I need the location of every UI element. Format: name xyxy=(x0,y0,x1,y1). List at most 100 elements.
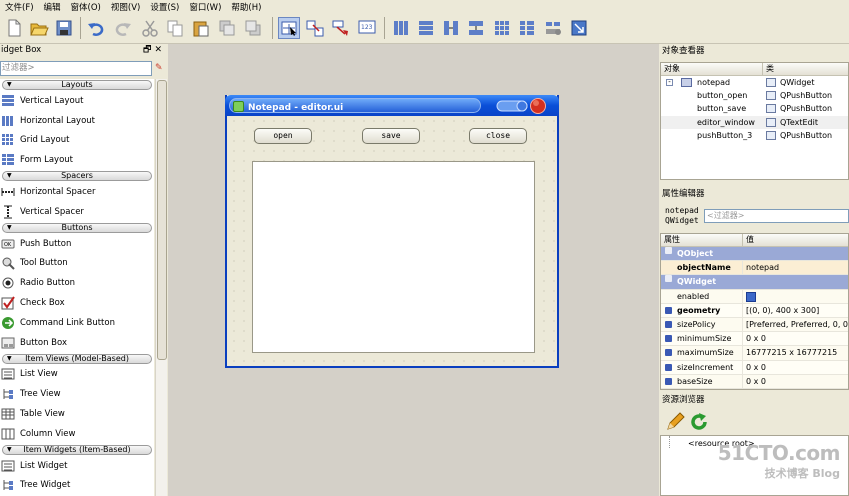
widget-item[interactable]: Tree View xyxy=(0,384,154,404)
copy-icon[interactable] xyxy=(164,17,186,39)
break-layout-icon[interactable] xyxy=(542,17,564,39)
widget-item[interactable]: Vertical Spacer xyxy=(0,202,154,222)
column-header-class[interactable]: 类 xyxy=(763,63,848,75)
widget-item[interactable]: Check Box xyxy=(0,293,154,313)
property-value[interactable]: [Preferred, Preferred, 0, 0] xyxy=(746,320,848,329)
menu-item[interactable]: 窗体(O) xyxy=(66,1,106,13)
form-canvas[interactable]: open save close xyxy=(229,116,557,366)
menu-item[interactable]: 编辑 xyxy=(39,1,66,13)
object-row[interactable]: button_save QPushButton xyxy=(661,102,848,115)
widget-item[interactable]: Horizontal Layout xyxy=(0,111,154,131)
widget-item[interactable]: Tool Button xyxy=(0,254,154,274)
edit-tab-order-icon[interactable]: 123 xyxy=(356,17,378,39)
object-row[interactable]: - notepad QWidget xyxy=(661,76,848,89)
menu-item[interactable]: 文件(F) xyxy=(0,1,39,13)
collapse-arrow-icon[interactable]: ▼ xyxy=(7,81,12,89)
collapse-icon[interactable] xyxy=(665,275,672,283)
property-group[interactable]: QObject xyxy=(661,247,848,262)
object-row[interactable]: button_open QPushButton xyxy=(661,89,848,102)
edit-widgets-icon[interactable] xyxy=(278,17,300,39)
menu-item[interactable]: 设置(S) xyxy=(145,1,184,13)
layout-h-splitter-icon[interactable] xyxy=(440,17,462,39)
send-back-icon[interactable] xyxy=(216,17,238,39)
widget-item[interactable]: Column View xyxy=(0,424,154,444)
form-window[interactable]: Notepad - editor.ui open save close xyxy=(225,95,559,368)
widget-item[interactable]: OK Push Button xyxy=(0,234,154,254)
column-header-object[interactable]: 对象 xyxy=(661,63,763,75)
widget-item[interactable]: Command Link Button xyxy=(0,313,154,333)
checkbox-checked-icon[interactable] xyxy=(746,291,756,302)
category-header[interactable]: ▼ Buttons xyxy=(2,222,152,233)
property-row[interactable]: minimumSize 0 x 0 xyxy=(661,332,848,347)
widget-item[interactable]: Table View xyxy=(0,404,154,424)
menu-item[interactable]: 窗口(W) xyxy=(184,1,226,13)
expand-icon[interactable] xyxy=(665,377,672,385)
property-value[interactable]: notepad xyxy=(746,263,779,272)
adjust-size-icon[interactable] xyxy=(568,17,590,39)
window-controls-icon[interactable] xyxy=(495,97,555,115)
collapse-icon[interactable] xyxy=(665,247,672,254)
property-row[interactable]: geometry [(0, 0), 400 x 300] xyxy=(661,303,848,318)
property-value[interactable]: 0 x 0 xyxy=(746,334,766,343)
save-icon[interactable] xyxy=(53,17,75,39)
collapse-arrow-icon[interactable]: ▼ xyxy=(7,224,12,232)
redo-icon[interactable] xyxy=(112,17,134,39)
property-group[interactable]: QWidget xyxy=(661,275,848,290)
menu-item[interactable]: 视图(V) xyxy=(106,1,145,13)
collapse-arrow-icon[interactable]: ▼ xyxy=(7,355,12,363)
new-file-icon[interactable] xyxy=(3,17,25,39)
button-open[interactable]: open xyxy=(254,128,312,144)
widget-filter-input[interactable]: 过滤器> xyxy=(0,61,152,76)
column-header-property[interactable]: 属性 xyxy=(661,234,743,246)
button-save[interactable]: save xyxy=(362,128,420,144)
paste-icon[interactable] xyxy=(190,17,212,39)
category-header[interactable]: ▼ Spacers xyxy=(2,171,152,182)
cut-icon[interactable] xyxy=(139,17,161,39)
widget-item[interactable]: Vertical Layout xyxy=(0,91,154,111)
layout-horizontal-icon[interactable] xyxy=(390,17,412,39)
collapse-arrow-icon[interactable]: ▼ xyxy=(7,446,12,454)
clear-filter-icon[interactable]: ✎ xyxy=(155,63,165,73)
widget-item[interactable]: Radio Button xyxy=(0,273,154,293)
property-row[interactable]: maximumSize 16777215 x 16777215 xyxy=(661,346,848,361)
object-row[interactable]: pushButton_3 QPushButton xyxy=(661,129,848,142)
property-value[interactable]: 0 x 0 xyxy=(746,363,766,372)
expand-icon[interactable]: - xyxy=(666,79,673,86)
property-value[interactable]: 0 x 0 xyxy=(746,377,766,386)
column-header-value[interactable]: 值 xyxy=(743,234,848,246)
undo-icon[interactable] xyxy=(85,17,107,39)
scrollbar-thumb[interactable] xyxy=(157,80,167,360)
menu-item[interactable]: 帮助(H) xyxy=(226,1,266,13)
widget-item[interactable]: List Widget xyxy=(0,456,154,476)
property-value[interactable]: 16777215 x 16777215 xyxy=(746,348,837,357)
object-row[interactable]: editor_window QTextEdit xyxy=(661,115,848,129)
category-header[interactable]: ▼ Layouts xyxy=(2,80,152,90)
property-row[interactable]: objectName notepad xyxy=(661,261,848,276)
widget-item[interactable]: List View xyxy=(0,365,154,385)
form-titlebar[interactable]: Notepad - editor.ui xyxy=(225,95,559,116)
layout-form-icon[interactable] xyxy=(516,17,538,39)
expand-icon[interactable] xyxy=(665,306,672,314)
widget-item[interactable]: Grid Layout xyxy=(0,131,154,151)
expand-icon[interactable] xyxy=(665,363,672,371)
property-row[interactable]: enabled xyxy=(661,289,848,304)
layout-grid-icon[interactable] xyxy=(491,17,513,39)
bring-front-icon[interactable] xyxy=(242,17,264,39)
property-value[interactable]: [(0, 0), 400 x 300] xyxy=(746,306,819,315)
widget-item[interactable]: Form Layout xyxy=(0,150,154,170)
reload-icon[interactable] xyxy=(688,411,710,433)
editor-window-textedit[interactable] xyxy=(252,161,535,353)
property-row[interactable]: sizePolicy [Preferred, Preferred, 0, 0] xyxy=(661,317,848,333)
category-header[interactable]: ▼ Item Views (Model-Based) xyxy=(2,353,152,364)
widget-item[interactable]: Horizontal Spacer xyxy=(0,182,154,202)
layout-vertical-icon[interactable] xyxy=(415,17,437,39)
expand-icon[interactable] xyxy=(665,320,672,328)
edit-buddies-icon[interactable] xyxy=(330,17,352,39)
widget-list-scrollbar[interactable] xyxy=(155,79,167,496)
widget-item[interactable]: Button Box xyxy=(0,333,154,353)
property-row[interactable]: baseSize 0 x 0 xyxy=(661,374,848,389)
dock-float-close-icon[interactable]: 🗗✕ xyxy=(143,44,165,57)
layout-v-splitter-icon[interactable] xyxy=(465,17,487,39)
open-folder-icon[interactable] xyxy=(28,17,50,39)
widget-item[interactable]: Tree Widget xyxy=(0,476,154,496)
